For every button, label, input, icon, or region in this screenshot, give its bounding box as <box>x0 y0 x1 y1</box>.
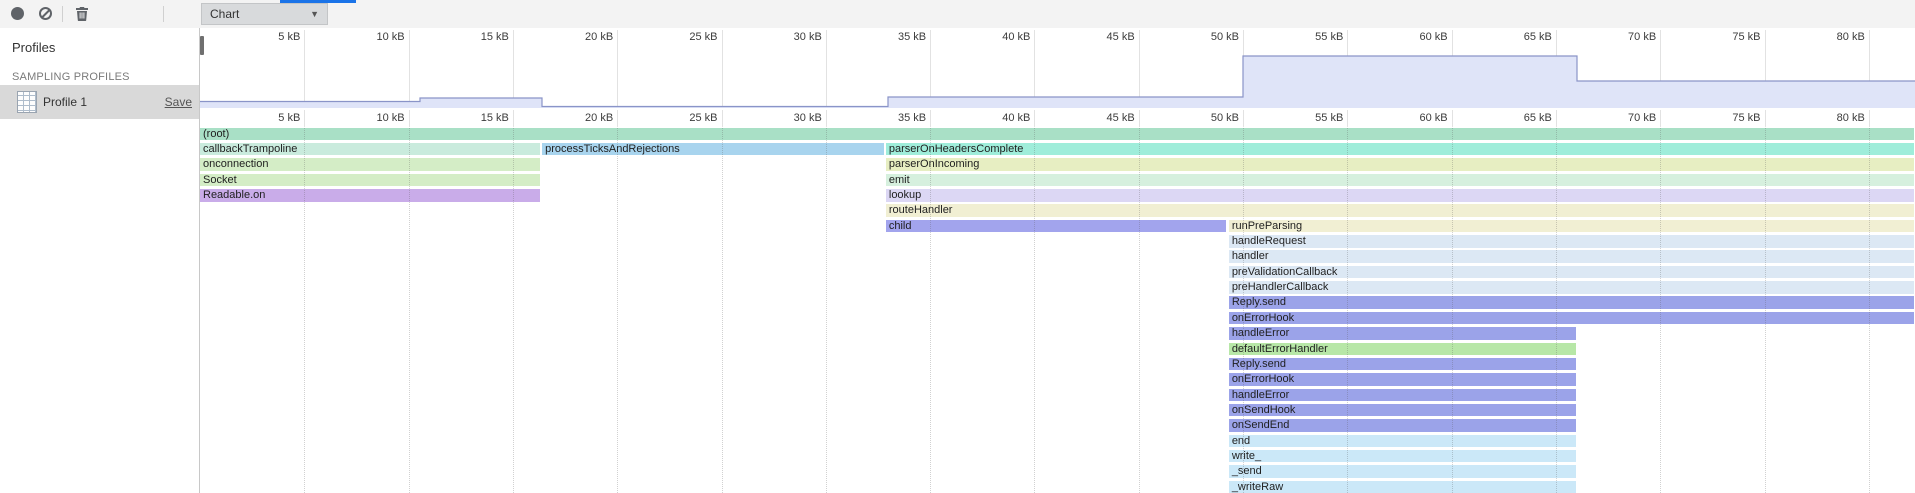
flame-bar[interactable]: routeHandler <box>886 204 1914 217</box>
flame-bar[interactable]: onErrorHook <box>1229 312 1914 325</box>
flame-bar[interactable]: Readable.on <box>200 189 540 202</box>
flame-bar[interactable]: lookup <box>886 189 1914 202</box>
flame-gridline <box>1347 128 1348 493</box>
flame-bar[interactable]: emit <box>886 174 1914 187</box>
flame-bar[interactable]: onSendHook <box>1229 404 1576 417</box>
sidebar-title: Profiles <box>12 40 55 55</box>
flame-bar[interactable]: parserOnHeadersComplete <box>886 143 1914 156</box>
clear-icon <box>39 7 52 20</box>
flame-bar[interactable]: Reply.send <box>1229 358 1576 371</box>
flame-bar[interactable]: onconnection <box>200 158 540 171</box>
flame-bar[interactable]: parserOnIncoming <box>886 158 1914 171</box>
flame-bar[interactable]: child <box>886 220 1226 233</box>
flame-bar[interactable]: onErrorHook <box>1229 373 1576 386</box>
flame-bar[interactable]: preValidationCallback <box>1229 266 1914 279</box>
flame-bar[interactable]: handleRequest <box>1229 235 1914 248</box>
devtools-memory-panel: Chart ▼ Profiles SAMPLING PROFILES Profi… <box>0 0 1915 493</box>
clear-button[interactable] <box>32 0 58 27</box>
flame-bar[interactable]: handleError <box>1229 327 1576 340</box>
toolbar-separator <box>62 6 63 22</box>
flame-gridline <box>826 128 827 493</box>
memory-area <box>200 56 1915 108</box>
flame-gridline <box>1869 128 1870 493</box>
flame-gridline <box>304 128 305 493</box>
trash-icon <box>75 6 89 21</box>
chart-view-select[interactable]: Chart ▼ <box>201 3 328 25</box>
flame-bar[interactable]: Reply.send <box>1229 296 1914 309</box>
delete-profile-button[interactable] <box>69 0 95 27</box>
flame-gridline <box>617 128 618 493</box>
record-button[interactable] <box>4 0 30 27</box>
flame-gridline <box>1765 128 1766 493</box>
flame-gridline <box>1243 128 1244 493</box>
flame-bar[interactable]: Socket <box>200 174 540 187</box>
flame-bar[interactable]: _send <box>1229 465 1576 478</box>
save-link[interactable]: Save <box>165 95 192 109</box>
flame-bar[interactable]: preHandlerCallback <box>1229 281 1914 294</box>
memory-overview-graph <box>200 28 1915 138</box>
record-icon <box>11 7 24 20</box>
chevron-down-icon: ▼ <box>310 9 319 19</box>
flame-bar[interactable]: handleError <box>1229 389 1576 402</box>
flame-gridline <box>513 128 514 493</box>
flame-gridline <box>1139 128 1140 493</box>
flame-gridline <box>409 128 410 493</box>
flame-bar[interactable]: write_ <box>1229 450 1576 463</box>
flame-bar[interactable]: onSendEnd <box>1229 419 1576 432</box>
toolbar-separator <box>163 6 164 22</box>
sampling-profiles-heading: SAMPLING PROFILES <box>12 71 130 83</box>
flame-gridline <box>722 128 723 493</box>
profile-name: Profile 1 <box>43 95 87 109</box>
flame-bar[interactable]: (root) <box>200 128 1914 141</box>
chart-view-select-value: Chart <box>210 7 239 21</box>
profiles-sidebar: Profiles SAMPLING PROFILES Profile 1 Sav… <box>0 28 200 493</box>
flame-bar[interactable]: handler <box>1229 250 1914 263</box>
flame-gridline <box>1034 128 1035 493</box>
flame-bar[interactable]: callbackTrampoline <box>200 143 540 156</box>
flame-chart-pane: 5 kB5 kB10 kB10 kB15 kB15 kB20 kB20 kB25… <box>200 28 1915 493</box>
overview-left-handle[interactable] <box>200 36 204 55</box>
flame-bar[interactable]: defaultErrorHandler <box>1229 343 1576 356</box>
flame-bar[interactable]: processTicksAndRejections <box>542 143 884 156</box>
flame-gridline <box>930 128 931 493</box>
flame-bar[interactable]: _writeRaw <box>1229 481 1576 493</box>
flame-bar[interactable]: runPreParsing <box>1229 220 1914 233</box>
toolbar: Chart ▼ <box>0 0 1915 29</box>
profile-grid-icon <box>17 91 37 113</box>
flame-gridline <box>1556 128 1557 493</box>
sidebar-item-profile-1[interactable]: Profile 1 Save <box>0 85 199 119</box>
flame-gridline <box>1452 128 1453 493</box>
flame-gridline <box>1660 128 1661 493</box>
flame-bar[interactable]: end <box>1229 435 1576 448</box>
